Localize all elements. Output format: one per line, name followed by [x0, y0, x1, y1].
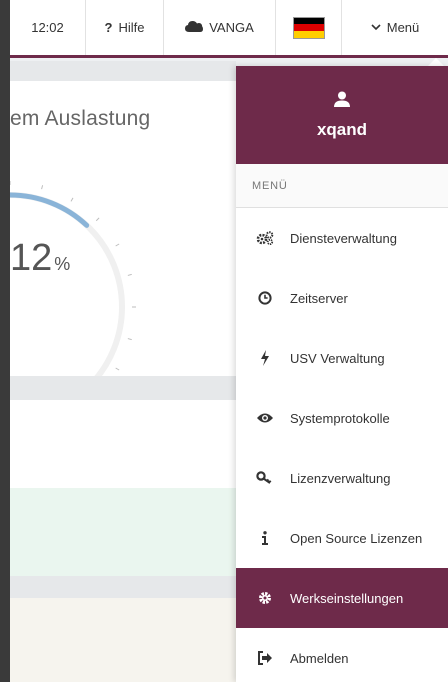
menu-item-label: Werkseinstellungen	[290, 590, 404, 606]
gauge-tick	[70, 197, 74, 202]
system-load-card: em Auslastung 12%	[10, 81, 236, 433]
menu-item-label: Zeitserver	[290, 290, 348, 306]
gear-icon	[256, 591, 274, 605]
menu-item-abmelden[interactable]: Abmelden	[236, 628, 448, 682]
gauge-tick	[115, 367, 120, 371]
user-header: xqand	[236, 66, 448, 164]
cloud-label: VANGA	[209, 20, 254, 35]
content-panel	[10, 400, 236, 488]
content-panel	[10, 598, 236, 682]
bolt-icon	[256, 350, 274, 366]
help-button[interactable]: ? Hilfe	[86, 0, 164, 55]
question-icon: ?	[104, 20, 113, 35]
gauge-tick	[41, 185, 44, 190]
menu-item-label: Systemprotokolle	[290, 410, 390, 426]
gauge-tick	[95, 217, 100, 222]
gauge-value: 12%	[10, 237, 70, 280]
menu-item-label: Diensteverwaltung	[290, 230, 397, 246]
key-icon	[256, 471, 274, 485]
gauge-number: 12	[10, 237, 53, 279]
top-bar: 12:02 ? Hilfe VANGA Menü	[10, 0, 448, 58]
menu-item-label: USV Verwaltung	[290, 350, 385, 366]
clock-display: 12:02	[10, 0, 86, 55]
card-title: em Auslastung	[10, 107, 151, 130]
main-menu-dropdown: xqand MENÜ Diensteverwaltung Zeitserver …	[236, 66, 448, 682]
menu-item-open-source-lizenzen[interactable]: Open Source Lizenzen	[236, 508, 448, 568]
menu-item-usv-verwaltung[interactable]: USV Verwaltung	[236, 328, 448, 388]
menu-section-header: MENÜ	[236, 164, 448, 208]
menu-item-diensteverwaltung[interactable]: Diensteverwaltung	[236, 208, 448, 268]
cloud-icon	[185, 20, 204, 35]
user-icon	[334, 91, 350, 112]
info-icon	[256, 531, 274, 545]
menu-label: Menü	[386, 20, 420, 35]
gauge-unit: %	[54, 254, 71, 274]
help-label: Hilfe	[118, 20, 145, 35]
cloud-button[interactable]: VANGA	[164, 0, 276, 55]
german-flag-icon	[292, 16, 325, 39]
menu-item-werkseinstellungen[interactable]: Werkseinstellungen	[236, 568, 448, 628]
eye-icon	[256, 412, 274, 424]
user-name: xqand	[316, 119, 368, 139]
language-selector[interactable]	[276, 0, 342, 55]
cogs-icon	[256, 231, 274, 245]
menu-item-label: Lizenzverwaltung	[290, 470, 391, 486]
gauge-tick	[127, 273, 132, 276]
menu-item-zeitserver[interactable]: Zeitserver	[236, 268, 448, 328]
menu-pointer	[428, 58, 444, 66]
clock-icon	[256, 291, 274, 305]
section-divider	[10, 61, 236, 81]
menu-item-label: Open Source Lizenzen	[290, 530, 423, 546]
section-divider	[10, 576, 236, 598]
menu-toggle-button[interactable]: Menü	[342, 0, 448, 55]
menu-item-label: Abmelden	[290, 650, 349, 666]
section-divider	[10, 376, 236, 400]
menu-item-systemprotokolle[interactable]: Systemprotokolle	[236, 388, 448, 448]
chevron-down-icon	[371, 22, 381, 34]
sign-out-icon	[256, 651, 274, 665]
gauge-tick	[127, 338, 132, 341]
menu-item-lizenzverwaltung[interactable]: Lizenzverwaltung	[236, 448, 448, 508]
time-text: 12:02	[31, 20, 64, 35]
app-window: 12:02 ? Hilfe VANGA Menü em Auslastung 1…	[10, 0, 448, 682]
gauge-tick	[115, 243, 120, 247]
gauge-fill	[10, 192, 90, 228]
status-panel	[10, 488, 236, 576]
